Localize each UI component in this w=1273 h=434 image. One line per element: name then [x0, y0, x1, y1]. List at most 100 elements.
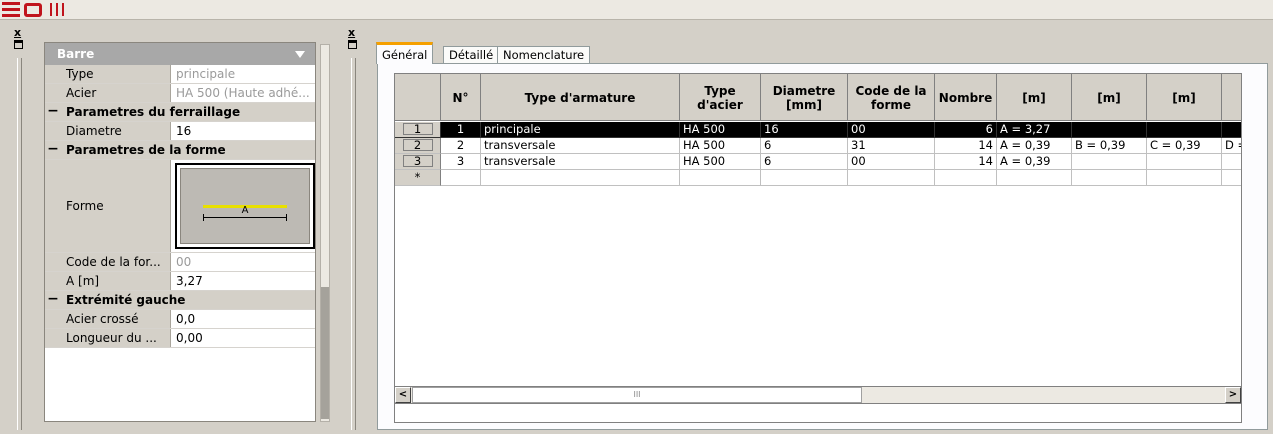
property-value[interactable]: 16 [171, 122, 315, 140]
restore-icon[interactable] [14, 40, 23, 49]
property-value[interactable]: principale [171, 65, 315, 83]
table-cell[interactable] [1222, 154, 1241, 170]
property-value[interactable]: 0,00 [171, 329, 315, 347]
shape-preview[interactable]: A [175, 163, 315, 249]
property-scrollbar[interactable] [320, 44, 330, 422]
table-row[interactable]: * [395, 170, 1241, 186]
header-col-type-armature[interactable]: Type d'armature [481, 74, 680, 121]
horizontal-scrollbar[interactable]: < III > [394, 386, 1242, 404]
table-cell[interactable]: 6 [761, 138, 848, 154]
header-col-nombre[interactable]: Nombre [935, 74, 997, 121]
scrollbar-thumb[interactable]: III [412, 387, 862, 403]
close-icon[interactable]: x [348, 27, 355, 38]
property-row[interactable]: Longueur du ... 0,00 [45, 329, 315, 348]
table-cell[interactable]: 1 [441, 122, 481, 138]
close-icon[interactable]: x [14, 27, 21, 38]
columns-icon[interactable] [46, 2, 68, 18]
table-cell[interactable] [441, 170, 481, 186]
table-cell[interactable]: 31 [848, 138, 935, 154]
scroll-right-icon[interactable]: > [1225, 387, 1241, 403]
header-col-m-d[interactable] [1222, 74, 1241, 121]
property-row[interactable]: Acier HA 500 (Haute adhé... [45, 84, 315, 103]
restore-icon[interactable] [348, 40, 357, 49]
property-value[interactable]: 0,0 [171, 310, 315, 328]
table-cell[interactable] [1072, 122, 1147, 138]
tab-general[interactable]: Général [376, 42, 434, 64]
collapse-minus-icon[interactable]: − [45, 103, 61, 121]
header-corner[interactable] [395, 74, 441, 121]
table-cell[interactable]: B = 0,39 [1072, 138, 1147, 154]
tab-nomenclature[interactable]: Nomenclature [497, 46, 591, 64]
table-cell[interactable] [481, 170, 680, 186]
menu-icon[interactable] [2, 2, 20, 18]
property-row[interactable]: A [m] 3,27 [45, 272, 315, 291]
table-cell[interactable]: principale [481, 122, 680, 138]
table-cell[interactable]: 2 [441, 138, 481, 154]
table-cell[interactable] [680, 170, 761, 186]
table-cell[interactable]: A = 3,27 [997, 122, 1072, 138]
table-cell[interactable] [997, 170, 1072, 186]
scroll-left-icon[interactable]: < [395, 387, 411, 403]
table-cell[interactable]: 00 [848, 154, 935, 170]
table-cell[interactable]: HA 500 [680, 122, 761, 138]
row-header[interactable]: * [395, 170, 441, 186]
table-cell[interactable]: HA 500 [680, 154, 761, 170]
table-row[interactable]: 1 1 principale HA 500 16 00 6 A = 3,27 [395, 122, 1241, 138]
table-cell[interactable]: transversale [481, 138, 680, 154]
table-cell[interactable]: 14 [935, 154, 997, 170]
property-row-forme[interactable]: Forme A [45, 160, 315, 253]
table-cell[interactable]: 14 [935, 138, 997, 154]
row-header[interactable]: 2 [395, 138, 441, 154]
header-col-diametre[interactable]: Diametre [mm] [761, 74, 848, 121]
header-col-type-acier[interactable]: Type d'acier [680, 74, 761, 121]
table-cell[interactable]: 6 [761, 154, 848, 170]
collapse-minus-icon[interactable]: − [45, 141, 61, 159]
header-col-m-b[interactable]: [m] [1072, 74, 1147, 121]
header-col-m-c[interactable]: [m] [1147, 74, 1222, 121]
dock-grip[interactable] [351, 58, 356, 430]
table-cell[interactable] [1222, 170, 1241, 186]
collapse-minus-icon[interactable]: − [45, 291, 61, 309]
header-col-code-forme[interactable]: Code de la forme [848, 74, 935, 121]
header-col-numero[interactable]: N° [441, 74, 481, 121]
table-cell[interactable]: HA 500 [680, 138, 761, 154]
table-cell[interactable] [1147, 122, 1222, 138]
property-category[interactable]: − Parametres du ferraillage [45, 103, 315, 122]
row-header[interactable]: 3 [395, 154, 441, 170]
table-cell[interactable] [1072, 170, 1147, 186]
table-cell[interactable]: 3 [441, 154, 481, 170]
table-cell[interactable] [1147, 170, 1222, 186]
property-category[interactable]: − Extrémité gauche [45, 291, 315, 310]
table-cell[interactable]: 6 [935, 122, 997, 138]
scrollbar-thumb[interactable] [321, 287, 329, 419]
property-row[interactable]: Acier crossé 0,0 [45, 310, 315, 329]
table-cell[interactable]: 16 [761, 122, 848, 138]
window-icon[interactable] [24, 3, 42, 17]
header-col-m-a[interactable]: [m] [997, 74, 1072, 121]
dock-grip[interactable] [17, 58, 22, 430]
table-cell[interactable]: transversale [481, 154, 680, 170]
table-cell[interactable] [761, 170, 848, 186]
table-cell[interactable]: A = 0,39 [997, 154, 1072, 170]
collapse-triangle-icon[interactable] [295, 51, 305, 58]
table-row[interactable]: 2 2 transversale HA 500 6 31 14 A = 0,39 B = 0,3… [395, 138, 1241, 154]
table-cell[interactable]: C = 0,39 [1147, 138, 1222, 154]
table-cell[interactable]: A = 0,39 [997, 138, 1072, 154]
property-value[interactable]: HA 500 (Haute adhé... [171, 84, 315, 102]
table-row[interactable]: 3 3 transversale HA 500 6 00 14 A = 0,39 [395, 154, 1241, 170]
property-category[interactable]: − Parametres de la forme [45, 141, 315, 160]
property-row[interactable]: Type principale [45, 65, 315, 84]
table-cell[interactable]: 00 [848, 122, 935, 138]
table-cell[interactable] [1147, 154, 1222, 170]
property-value[interactable]: 3,27 [171, 272, 315, 290]
property-panel-header[interactable]: Barre [45, 43, 315, 65]
property-value[interactable]: 00 [171, 253, 315, 271]
property-row[interactable]: Diametre 16 [45, 122, 315, 141]
table-cell[interactable] [935, 170, 997, 186]
table-cell[interactable] [1072, 154, 1147, 170]
table-cell[interactable] [1222, 122, 1241, 138]
row-header[interactable]: 1 [395, 122, 441, 138]
table-cell[interactable] [848, 170, 935, 186]
tab-detaille[interactable]: Détaillé [443, 46, 500, 64]
table-cell[interactable]: D = [1222, 138, 1241, 154]
